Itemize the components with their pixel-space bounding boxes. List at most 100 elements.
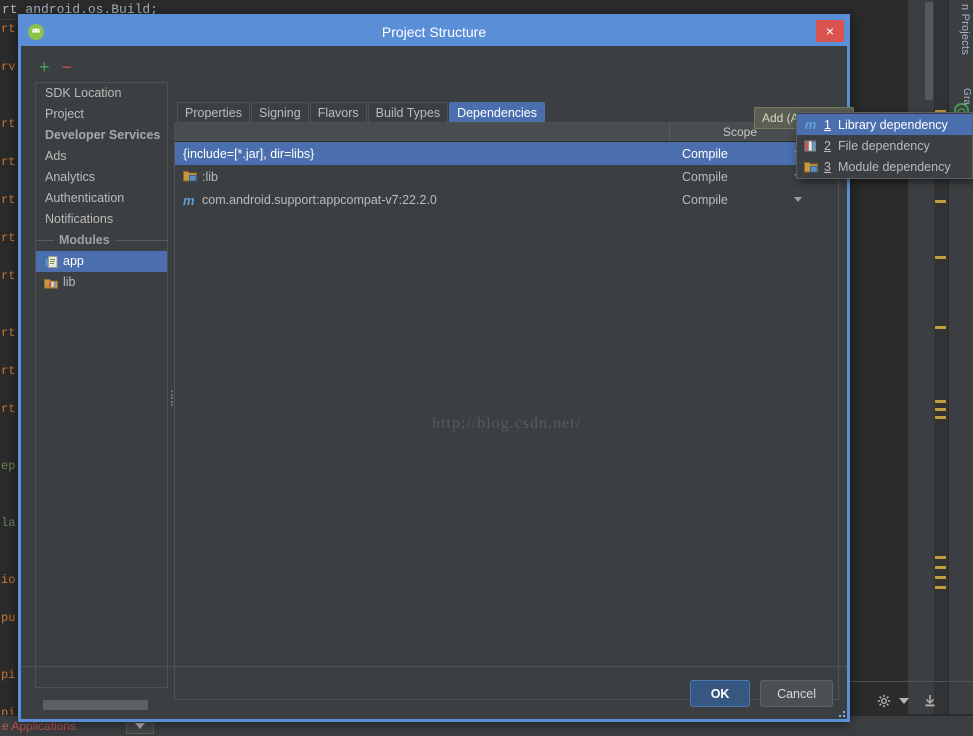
- divider-line: [36, 240, 54, 241]
- sidebar-item-app[interactable]: app: [36, 251, 167, 272]
- editor-scrollbar-thumb[interactable]: [925, 2, 933, 100]
- error-stripe-column[interactable]: [934, 0, 948, 736]
- sidebar-item-label: Ads: [45, 149, 67, 163]
- menu-item-label: File dependency: [838, 139, 930, 153]
- bottom-panel-divider-upper: [850, 681, 973, 682]
- dependency-scope-dropdown[interactable]: Compile: [670, 193, 810, 207]
- folder-module-icon: [803, 161, 818, 173]
- column-header-name[interactable]: [175, 123, 670, 141]
- menu-item-file-dependency[interactable]: 2File dependency: [797, 135, 972, 156]
- error-stripe-marker[interactable]: [935, 576, 946, 579]
- sidebar-item-lib[interactable]: lib: [36, 272, 167, 293]
- screen-root: rt android.os.Build; rtrvrtrtrtrtrtrtrtr…: [0, 0, 973, 736]
- sidebar-horizontal-scrollbar[interactable]: [43, 700, 163, 710]
- tab-build-types[interactable]: Build Types: [368, 102, 448, 123]
- cancel-button[interactable]: Cancel: [760, 680, 833, 707]
- error-stripe-marker[interactable]: [935, 256, 946, 259]
- dependency-name-label: {include=[*.jar], dir=libs}: [183, 147, 314, 161]
- dependencies-table-body: {include=[*.jar], dir=libs} Compile :lib Co…: [175, 142, 838, 211]
- dependency-name-cell: :lib: [175, 170, 670, 184]
- sidebar-item-label: Notifications: [45, 212, 113, 226]
- project-structure-dialog: Project Structure × + − SDK Location Proj…: [18, 14, 850, 722]
- sidebar-item-label: SDK Location: [45, 86, 121, 100]
- footer-divider: [21, 666, 847, 667]
- tab-dependencies[interactable]: Dependencies: [449, 102, 545, 123]
- sidebar-item-notifications[interactable]: Notifications: [36, 209, 167, 230]
- tab-flavors[interactable]: Flavors: [310, 102, 367, 123]
- sidebar-item-ads[interactable]: Ads: [36, 146, 167, 167]
- dependency-name-label: com.android.support:appcompat-v7:22.2.0: [202, 193, 437, 207]
- sidebar-item-modules: Modules: [36, 230, 167, 251]
- table-row[interactable]: mcom.android.support:appcompat-v7:22.2.0…: [175, 188, 838, 211]
- table-row[interactable]: {include=[*.jar], dir=libs} Compile: [175, 142, 838, 165]
- bottom-panel-divider: [850, 714, 973, 715]
- dependency-scope-label: Compile: [682, 170, 728, 184]
- error-stripe-marker[interactable]: [935, 566, 946, 569]
- sidebar-scrollbar-thumb[interactable]: [43, 700, 148, 710]
- folder-module-icon: [183, 170, 197, 183]
- gear-dropdown-chevron-icon[interactable]: [899, 698, 909, 704]
- dependency-scope-dropdown[interactable]: Compile: [670, 170, 810, 184]
- maven-library-icon: m: [803, 117, 818, 132]
- dependency-scope-label: Compile: [682, 147, 728, 161]
- add-module-button[interactable]: +: [39, 59, 50, 75]
- menu-item-mnemonic: 1: [824, 118, 832, 132]
- ok-button[interactable]: OK: [690, 680, 750, 707]
- menu-item-library-dependency[interactable]: m1 Library dependency: [797, 114, 972, 135]
- sidebar-toolbar: + −: [39, 59, 72, 75]
- module-lib-icon: [44, 276, 58, 289]
- project-tool-panel: [908, 0, 924, 736]
- sidebar-section-label: Modules: [59, 230, 110, 251]
- dependency-name-cell: {include=[*.jar], dir=libs}: [175, 147, 670, 161]
- error-stripe-marker[interactable]: [935, 326, 946, 329]
- tool-window-gradle-label[interactable]: Gra: [961, 88, 972, 105]
- panel-actions: [877, 694, 937, 708]
- sidebar-item-analytics[interactable]: Analytics: [36, 167, 167, 188]
- sidebar-item-label: lib: [63, 272, 76, 293]
- dialog-resize-grip[interactable]: [835, 707, 845, 717]
- module-app-icon: [44, 255, 58, 268]
- dependency-scope-dropdown[interactable]: Compile: [670, 147, 810, 161]
- sidebar-item-developer-services[interactable]: Developer Services: [36, 125, 167, 146]
- sidebar-item-label: Developer Services: [45, 128, 160, 142]
- sidebar-item-label: app: [63, 251, 84, 272]
- dialog-titlebar[interactable]: Project Structure ×: [21, 17, 847, 46]
- right-tool-window-strip: n Projects Gra: [948, 0, 973, 736]
- error-stripe-marker[interactable]: [935, 200, 946, 203]
- file-jar-icon: [803, 140, 818, 152]
- chevron-down-icon: [794, 197, 802, 202]
- sidebar-item-label: Project: [45, 107, 84, 121]
- dependencies-table-header: Scope: [175, 123, 838, 142]
- tab-signing[interactable]: Signing: [251, 102, 309, 123]
- table-row[interactable]: :lib Compile: [175, 165, 838, 188]
- close-icon[interactable]: ×: [816, 20, 844, 42]
- chevron-down-icon: [135, 723, 145, 729]
- gear-icon[interactable]: [877, 694, 891, 708]
- hide-panel-icon[interactable]: [923, 694, 937, 708]
- menu-item-label: Module dependency: [838, 160, 951, 174]
- menu-item-label: Library dependency: [838, 118, 948, 132]
- remove-module-button[interactable]: −: [62, 59, 73, 75]
- dependency-name-cell: mcom.android.support:appcompat-v7:22.2.0: [175, 193, 670, 207]
- tab-properties[interactable]: Properties: [177, 102, 250, 123]
- error-stripe-marker[interactable]: [935, 586, 946, 589]
- sidebar-item-label: Authentication: [45, 191, 124, 205]
- menu-item-module-dependency[interactable]: 3Module dependency: [797, 156, 972, 177]
- sidebar-item-label: Analytics: [45, 170, 95, 184]
- error-stripe-marker[interactable]: [935, 400, 946, 403]
- tool-window-projects-label[interactable]: n Projects: [959, 4, 971, 55]
- sidebar-item-project[interactable]: Project: [36, 104, 167, 125]
- error-stripe-marker[interactable]: [935, 408, 946, 411]
- dialog-body: + − SDK Location Project Developer Service…: [21, 46, 847, 719]
- dialog-footer: OK Cancel: [690, 680, 833, 707]
- error-stripe-marker[interactable]: [935, 416, 946, 419]
- dependencies-panel: Scope {include=[*.jar], dir=libs} Compile…: [174, 122, 839, 700]
- editor-scrollbar-track[interactable]: [924, 0, 934, 736]
- dependency-scope-label: Compile: [682, 193, 728, 207]
- error-stripe-marker[interactable]: [935, 556, 946, 559]
- watermark-text: http://blog.csdn.net/: [175, 415, 838, 433]
- sidebar-item-authentication[interactable]: Authentication: [36, 188, 167, 209]
- divider-line: [115, 240, 167, 241]
- dialog-sidebar: SDK Location Project Developer Services Ads…: [35, 82, 168, 688]
- sidebar-item-sdk-location[interactable]: SDK Location: [36, 83, 167, 104]
